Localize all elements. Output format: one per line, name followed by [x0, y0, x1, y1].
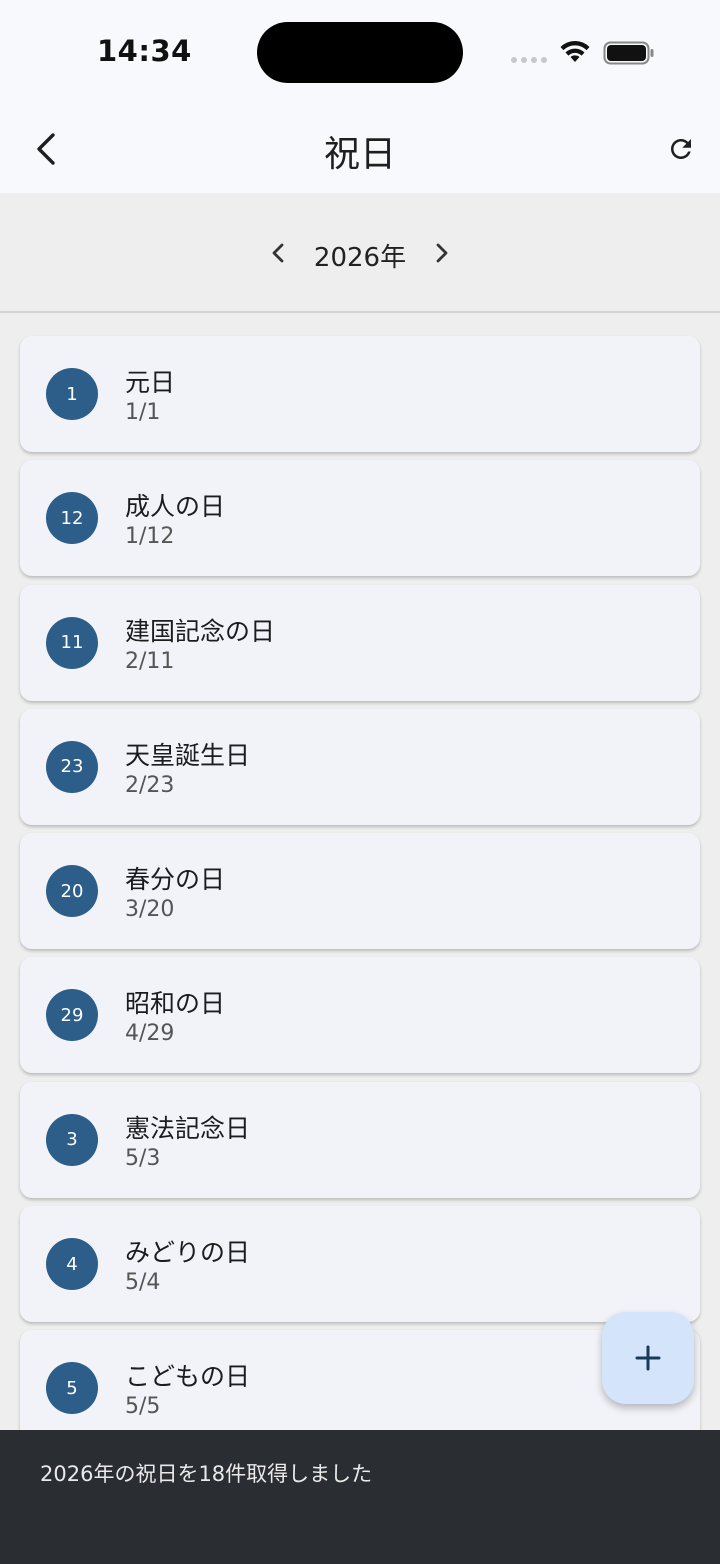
wifi-icon [560, 40, 590, 62]
holiday-date: 4/29 [125, 1021, 175, 1047]
holiday-name: 建国記念の日 [125, 616, 276, 646]
holiday-name: 成人の日 [125, 492, 226, 522]
holiday-date: 1/1 [125, 400, 161, 425]
cellular-signal-icon [511, 57, 547, 63]
day-avatar: 20 [46, 865, 98, 918]
app-bar: 祝日 [0, 105, 720, 193]
snackbar: 2026年の祝日を18件取得しました [0, 1430, 720, 1564]
holiday-card[interactable]: 11 建国記念の日 2/11 [20, 584, 700, 701]
holiday-date: 3/20 [125, 897, 175, 923]
holiday-name: 昭和の日 [125, 989, 226, 1019]
holiday-name: 天皇誕生日 [125, 740, 251, 770]
holiday-card[interactable]: 29 昭和の日 4/29 [20, 957, 700, 1074]
next-year-button[interactable] [426, 233, 458, 273]
battery-icon [603, 41, 654, 65]
holiday-name: 元日 [125, 368, 176, 397]
holiday-date: 5/3 [125, 1145, 161, 1171]
plus-icon [635, 1345, 661, 1371]
day-avatar: 4 [46, 1238, 98, 1291]
day-avatar: 23 [46, 740, 98, 793]
day-avatar: 11 [46, 616, 98, 669]
day-avatar: 1 [46, 368, 98, 420]
holiday-card[interactable]: 3 憲法記念日 5/3 [20, 1081, 700, 1198]
holiday-date: 2/23 [125, 772, 175, 798]
dynamic-island [257, 22, 463, 83]
holiday-card[interactable]: 23 天皇誕生日 2/23 [20, 708, 700, 825]
status-bar: 14:34 [0, 0, 720, 105]
status-time: 14:34 [97, 34, 192, 68]
refresh-icon [671, 139, 691, 159]
day-avatar: 29 [46, 989, 98, 1042]
holiday-card[interactable]: 20 春分の日 3/20 [20, 833, 700, 950]
page-title: 祝日 [323, 134, 396, 175]
holiday-list: 1 元日 1/1 12 成人の日 1/12 11 建国記念の日 2/11 23 … [20, 336, 700, 1455]
holiday-date: 5/5 [125, 1394, 161, 1420]
holiday-date: 2/11 [125, 648, 175, 674]
add-holiday-button[interactable] [602, 1312, 694, 1404]
year-navigator: 2026年 [0, 193, 720, 313]
chevron-right-icon [436, 243, 448, 263]
holiday-date: 1/12 [125, 524, 175, 550]
holiday-name: こどもの日 [125, 1362, 251, 1392]
refresh-button[interactable] [660, 127, 702, 171]
holiday-date: 5/4 [125, 1270, 161, 1296]
previous-year-button[interactable] [262, 233, 294, 273]
snackbar-message: 2026年の祝日を18件取得しました [40, 1462, 373, 1486]
holiday-card[interactable]: 12 成人の日 1/12 [20, 460, 700, 577]
day-avatar: 3 [46, 1113, 98, 1166]
year-label: 2026年 [313, 243, 407, 273]
holiday-card[interactable]: 5 こどもの日 5/5 [20, 1330, 700, 1447]
day-avatar: 12 [46, 492, 98, 545]
holiday-name: みどりの日 [125, 1238, 251, 1268]
holiday-card[interactable]: 1 元日 1/1 [20, 336, 700, 452]
day-avatar: 5 [46, 1362, 98, 1415]
holiday-card[interactable]: 4 みどりの日 5/4 [20, 1206, 700, 1323]
holiday-name: 春分の日 [125, 865, 226, 895]
holiday-name: 憲法記念日 [125, 1113, 251, 1143]
chevron-left-icon [272, 243, 284, 263]
